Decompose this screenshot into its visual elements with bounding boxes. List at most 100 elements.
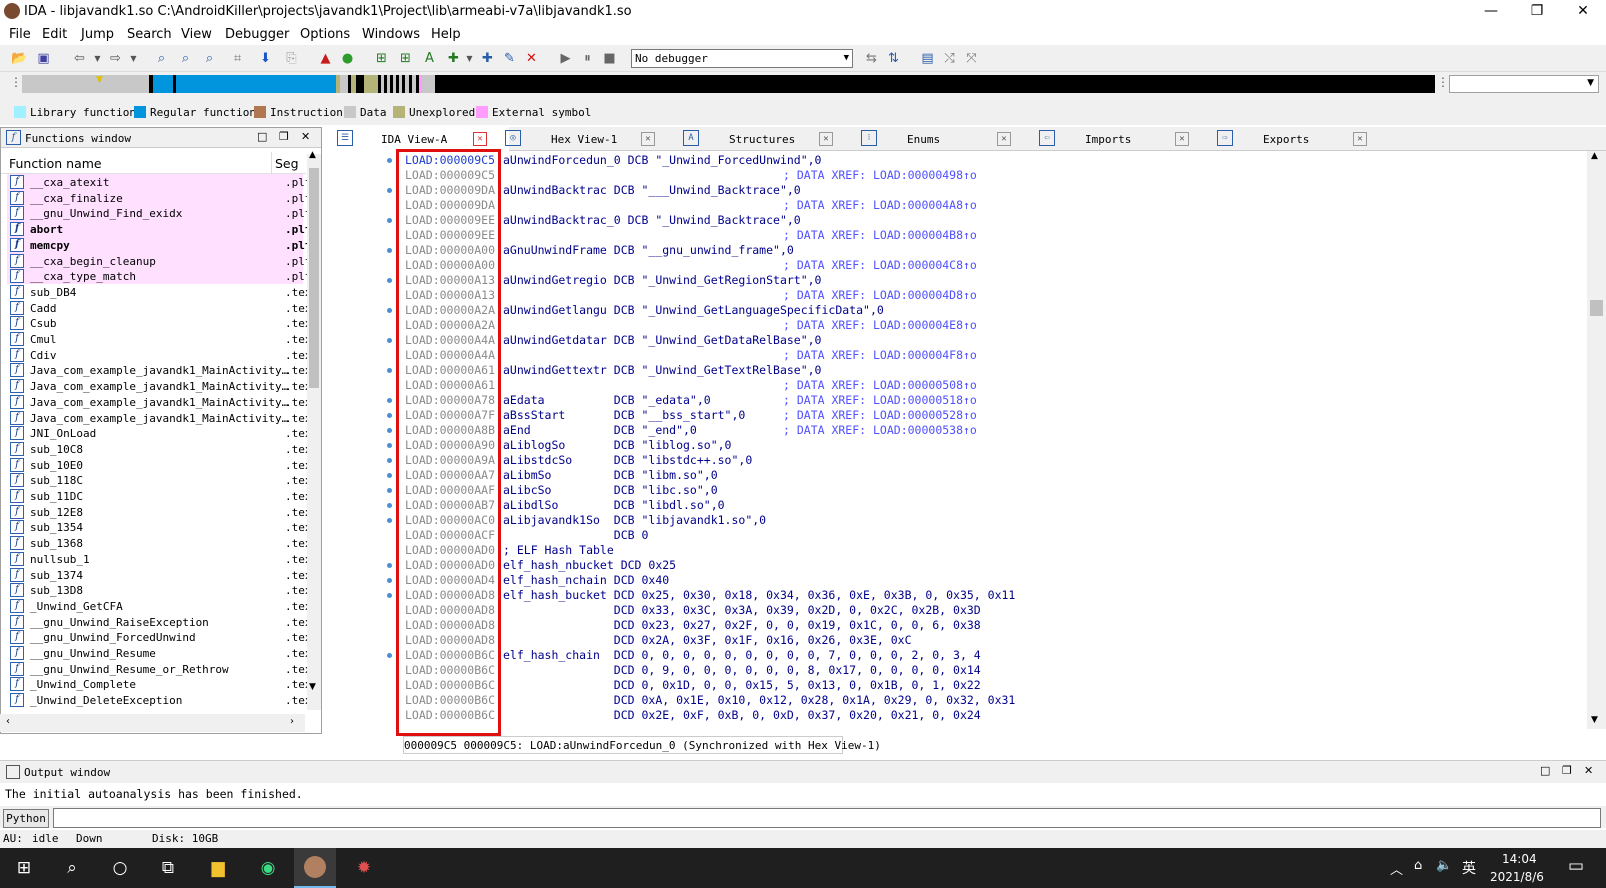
disassembly-line[interactable]: LOAD:00000A61 aUnwindGettextr DCB "_Unwin…	[333, 363, 1587, 378]
disassembly-line[interactable]: LOAD:00000A61; DATA XREF: LOAD:00000508↑…	[333, 378, 1587, 393]
disassembly-line[interactable]: LOAD:00000A00; DATA XREF: LOAD:000004C8↑…	[333, 258, 1587, 273]
play-icon[interactable]: ▶	[556, 49, 575, 68]
tab-close-icon[interactable]: ✕	[819, 132, 833, 146]
breakpoint-tool-icon[interactable]: ⤧	[962, 49, 981, 68]
disassembly-line[interactable]: LOAD:00000A4A aUnwindGetdatar DCB "_Unwin…	[333, 333, 1587, 348]
tools-window-icon[interactable]: ▤	[918, 49, 937, 68]
function-row[interactable]: f __cxa_begin_cleanup .plt	[7, 252, 312, 269]
warning-icon[interactable]: ▲	[316, 49, 335, 68]
sync-icon[interactable]: ⇅	[884, 49, 903, 68]
function-row[interactable]: f __gnu_Unwind_ForcedUnwind .tex	[7, 629, 312, 645]
disassembly-line[interactable]: LOAD:00000ACF DCB 0	[333, 528, 1587, 543]
panel-float-icon[interactable]: ❐	[279, 130, 289, 143]
function-row[interactable]: f nullsub_1 .tex	[7, 551, 312, 567]
android-killer-icon[interactable]: ✹	[352, 856, 376, 880]
panel-restore-icon[interactable]: □	[257, 130, 267, 143]
add-code-icon[interactable]: ⊞	[396, 49, 415, 68]
disabled-tool-icon[interactable]: ⎘	[282, 49, 301, 68]
disassembly-line[interactable]: LOAD:00000AD8 elf_hash_bucket DCD 0x25, 0…	[333, 588, 1587, 603]
disassembly-line[interactable]: LOAD:00000A2A aUnwindGetlangu DCB "_Unwin…	[333, 303, 1587, 318]
search-icon[interactable]: ⌕	[60, 856, 84, 880]
column-divider[interactable]	[271, 152, 272, 174]
function-row[interactable]: f __gnu_Unwind_Find_exidx .plt	[7, 205, 312, 222]
function-row[interactable]: f sub_12E8 .tex	[7, 504, 312, 520]
add-string-icon[interactable]: A	[420, 49, 439, 68]
function-row[interactable]: f Csub .tex	[7, 315, 312, 331]
disassembly-vertical-scrollbar[interactable]: ▲ ▼	[1587, 151, 1606, 729]
python-button[interactable]: Python	[3, 809, 49, 828]
disassembly-line[interactable]: LOAD:00000B6C DCD 0x2E, 0xF, 0xB, 0, 0xD…	[333, 708, 1587, 723]
nav-combo-box[interactable]: ▼	[1449, 75, 1599, 93]
nav-right-handle-icon[interactable]: ⋮	[1437, 75, 1449, 89]
disassembly-line[interactable]: LOAD:000009DA; DATA XREF: LOAD:000004A8↑…	[333, 198, 1587, 213]
function-row[interactable]: f _Unwind_DeleteException .tex	[7, 692, 312, 708]
disassembly-line[interactable]: LOAD:00000A13; DATA XREF: LOAD:000004D8↑…	[333, 288, 1587, 303]
cortana-icon[interactable]: ○	[108, 856, 132, 880]
tab-imports[interactable]: ⇦ Imports ✕	[1035, 127, 1211, 151]
disassembly-line[interactable]: LOAD:00000AB7 aLibdlSo DCB "libdl.so",0	[333, 498, 1587, 513]
tab-ida-view-a[interactable]: ☰ IDA View-A ✕	[333, 127, 509, 151]
minimize-button[interactable]: —	[1468, 0, 1514, 24]
clock-time[interactable]: 14:04	[1502, 852, 1537, 866]
ida-task-button[interactable]	[294, 848, 336, 888]
panel-float-icon[interactable]: ❐	[1562, 764, 1572, 777]
back-arrow-icon[interactable]: ⇦	[70, 49, 89, 68]
menu-jump[interactable]: Jump	[81, 27, 114, 42]
ida-view-disassembly[interactable]: LOAD:000009C5 aUnwindForcedun_0 DCB "_Unw…	[333, 151, 1587, 729]
disassembly-line[interactable]: LOAD:00000AD0; ELF Hash Table	[333, 543, 1587, 558]
disassembly-line[interactable]: LOAD:00000AD8 DCD 0x33, 0x3C, 0x3A, 0x39…	[333, 603, 1587, 618]
nav-left-handle-icon[interactable]: ⋮	[10, 75, 22, 89]
function-row[interactable]: f Cmul .tex	[7, 331, 312, 347]
column-segment[interactable]: Seg	[275, 156, 299, 171]
disassembly-line[interactable]: LOAD:000009EE aUnwindBacktrac_0 DCB "_Unw…	[333, 213, 1587, 228]
tab-enums[interactable]: ⁝ Enums ✕	[857, 127, 1033, 151]
jump-down-icon[interactable]: ⬇	[256, 49, 275, 68]
tab-close-icon[interactable]: ✕	[1175, 132, 1189, 146]
disassembly-line[interactable]: LOAD:00000A9A aLibstdcSo DCB "libstdc++.s…	[333, 453, 1587, 468]
functions-horizontal-scrollbar[interactable]: ‹ ›	[0, 714, 305, 732]
notification-icon[interactable]: ▭	[1568, 856, 1584, 876]
stop-icon[interactable]: ■	[600, 49, 619, 68]
arrows-tool-icon[interactable]: ⤭	[940, 49, 959, 68]
disassembly-line[interactable]: LOAD:00000A00 aGnuUnwindFrame DCB "__gnu_…	[333, 243, 1587, 258]
function-row[interactable]: f __gnu_Unwind_RaiseException .tex	[7, 614, 312, 630]
disassembly-line[interactable]: LOAD:00000A8B aEnd DCB "_end",0; DATA XRE…	[333, 423, 1587, 438]
disassembly-line[interactable]: LOAD:00000AA7 aLibmSo DCB "libm.so",0	[333, 468, 1587, 483]
function-row[interactable]: f Java_com_example_javandk1_MainActivity……	[7, 378, 312, 394]
function-row[interactable]: f Cadd .tex	[7, 300, 312, 316]
forward-dropdown-icon[interactable]: ▼	[124, 49, 143, 68]
menu-file[interactable]: File	[9, 27, 31, 42]
disassembly-line[interactable]: LOAD:000009C5 aUnwindForcedun_0 DCB "_Unw…	[333, 153, 1587, 168]
scroll-down-icon[interactable]: ▼	[309, 682, 316, 692]
function-row[interactable]: f sub_1354 .tex	[7, 519, 312, 535]
clock-date[interactable]: 2021/8/6	[1490, 870, 1544, 884]
disassembly-line[interactable]: LOAD:00000A4A; DATA XREF: LOAD:000004F8↑…	[333, 348, 1587, 363]
function-row[interactable]: f Java_com_example_javandk1_MainActivity……	[7, 394, 312, 410]
function-row[interactable]: f __cxa_type_match .plt	[7, 268, 312, 285]
disassembly-line[interactable]: LOAD:000009C5; DATA XREF: LOAD:00000498↑…	[333, 168, 1587, 183]
tab-close-icon[interactable]: ✕	[997, 132, 1011, 146]
scroll-right-icon[interactable]: ›	[290, 716, 294, 727]
task-view-icon[interactable]: ⧉	[156, 856, 180, 880]
tab-exports[interactable]: ⇨ Exports ✕	[1213, 127, 1389, 151]
menu-search[interactable]: Search	[127, 27, 172, 42]
command-input[interactable]	[53, 808, 1601, 828]
disassembly-line[interactable]: LOAD:00000B6C DCD 0, 0x1D, 0, 0, 0x15, 5…	[333, 678, 1587, 693]
function-row[interactable]: f abort .plt	[7, 221, 312, 238]
function-row[interactable]: f sub_13D8 .tex	[7, 582, 312, 598]
function-row[interactable]: f sub_DB4 .tex	[7, 284, 312, 300]
scroll-down-icon[interactable]: ▼	[1591, 715, 1598, 725]
scroll-thumb[interactable]	[1590, 300, 1603, 316]
tab-close-icon[interactable]: ✕	[1353, 132, 1367, 146]
function-row[interactable]: f __cxa_finalize .plt	[7, 189, 312, 206]
forward-arrow-icon[interactable]: ⇨	[106, 49, 125, 68]
close-button[interactable]: ✕	[1560, 0, 1606, 24]
pause-icon[interactable]: ⏸	[578, 49, 597, 68]
function-row[interactable]: f sub_10E0 .tex	[7, 457, 312, 473]
function-row[interactable]: f sub_1368 .tex	[7, 535, 312, 551]
file-explorer-icon[interactable]: ▆	[206, 856, 230, 880]
function-row[interactable]: f sub_10C8 .tex	[7, 441, 312, 457]
function-row[interactable]: f _Unwind_GetCFA .tex	[7, 598, 312, 614]
disassembly-line[interactable]: LOAD:00000B6C DCD 0xA, 0x1E, 0x10, 0x12,…	[333, 693, 1587, 708]
create-function-icon[interactable]: ⊞	[372, 49, 391, 68]
